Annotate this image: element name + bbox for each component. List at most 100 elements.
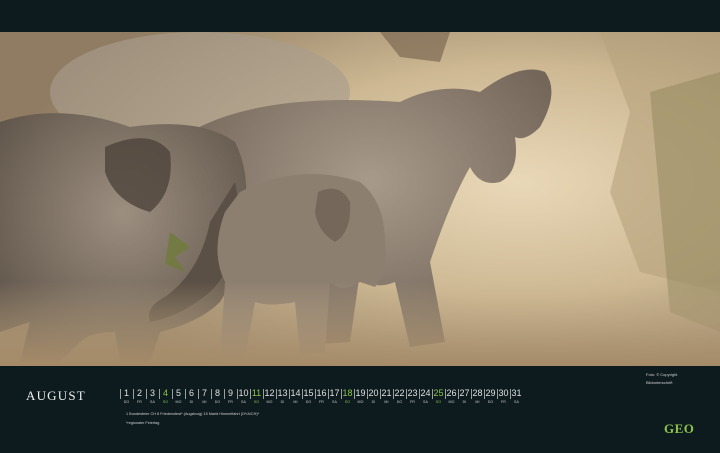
day-cell: 12 MO [263,388,276,405]
day-weekday: DI [371,400,376,404]
day-cell: 23 FR [406,388,419,405]
day-number: 23 [407,388,418,398]
day-separator [237,389,238,399]
day-weekday: SO [435,400,442,404]
day-separator [328,389,329,399]
day-number: 13 [277,388,288,398]
day-number: 29 [485,388,496,398]
day-number: 22 [394,388,405,398]
top-band [0,0,720,32]
day-weekday: DO [214,400,221,404]
day-weekday: SA [150,400,155,404]
day-cell: 17 SA [328,388,341,405]
day-separator [315,389,316,399]
day-number: 19 [355,388,366,398]
credit-caption: Bildunterschrift [646,380,673,385]
credit-copyright: Foto: © Copyright [646,372,678,377]
day-cell: 24 SA [419,388,432,405]
day-number: 11 [251,388,262,398]
day-number: 12 [264,388,275,398]
day-separator [120,389,121,399]
day-cell: 9 FR [224,388,237,405]
day-weekday: DO [487,400,494,404]
day-cell: 4 SO [159,388,172,405]
day-cell: 29 DO [484,388,497,405]
day-cell: 11 SO [250,388,263,405]
day-weekday: MI [475,400,480,404]
day-cell: 3 SA [146,388,159,405]
day-weekday: SA [514,400,519,404]
day-number: 8 [214,388,220,398]
day-separator [146,389,147,399]
day-weekday: DI [462,400,467,404]
day-cell: 22 DO [393,388,406,405]
day-cell: 25 SO [432,388,445,405]
day-cell: 6 DI [185,388,198,405]
photo-credit: Foto: © Copyright Bildunterschrift [646,371,677,387]
day-cell: 26 MO [445,388,458,405]
day-number: 9 [227,388,233,398]
month-title: AUGUST [26,388,86,403]
geo-logo: GEO [664,421,695,436]
day-weekday: DO [396,400,403,404]
day-number: 30 [498,388,509,398]
day-cell: 18 SO [341,388,354,405]
day-number: 21 [381,388,392,398]
day-weekday: DO [123,400,130,404]
day-cell: 7 MI [198,388,211,405]
day-number: 7 [201,388,207,398]
day-weekday: SA [241,400,246,404]
day-separator [471,389,472,399]
day-cell: 30 FR [497,388,510,405]
day-separator [497,389,498,399]
day-separator [432,389,433,399]
day-cell: 27 DI [458,388,471,405]
day-number: 27 [459,388,470,398]
day-cell: 20 DI [367,388,380,405]
day-cell: 28 MI [471,388,484,405]
day-cell: 19 MO [354,388,367,405]
day-cell: 21 MI [380,388,393,405]
day-number: 6 [188,388,194,398]
day-number: 4 [162,388,168,398]
day-cell: 31 SA [510,388,523,405]
day-number: 2 [136,388,142,398]
day-separator [510,389,511,399]
holiday-footnote: *regionaler Feiertag [126,421,160,425]
day-weekday: FR [410,400,415,404]
day-number: 18 [342,388,353,398]
day-separator [211,389,212,399]
day-separator [406,389,407,399]
day-weekday: SO [253,400,260,404]
day-cell: 2 FR [133,388,146,405]
day-number: 26 [446,388,457,398]
day-separator [354,389,355,399]
day-separator [484,389,485,399]
calendar-photo [0,32,720,366]
day-weekday: MO [175,400,182,404]
day-cell: 5 MO [172,388,185,405]
day-number: 28 [472,388,483,398]
day-weekday: SO [162,400,169,404]
day-separator [393,389,394,399]
day-weekday: MO [266,400,273,404]
day-separator [458,389,459,399]
day-number: 24 [420,388,431,398]
day-cell: 8 DO [211,388,224,405]
day-number: 16 [316,388,327,398]
holiday-notes: 1 Bundesfeier CH 8 Friedensfest* (Augsbu… [126,412,260,416]
day-number: 25 [433,388,444,398]
day-weekday: MI [202,400,207,404]
day-weekday: MI [384,400,389,404]
day-weekday: FR [228,400,233,404]
day-cell: 13 DI [276,388,289,405]
day-weekday: SO [344,400,351,404]
day-cell: 16 FR [315,388,328,405]
day-cell: 15 DO [302,388,315,405]
day-separator [380,389,381,399]
day-weekday: FR [137,400,142,404]
day-number: 17 [329,388,340,398]
day-separator [276,389,277,399]
day-number: 31 [511,388,522,398]
day-separator [289,389,290,399]
